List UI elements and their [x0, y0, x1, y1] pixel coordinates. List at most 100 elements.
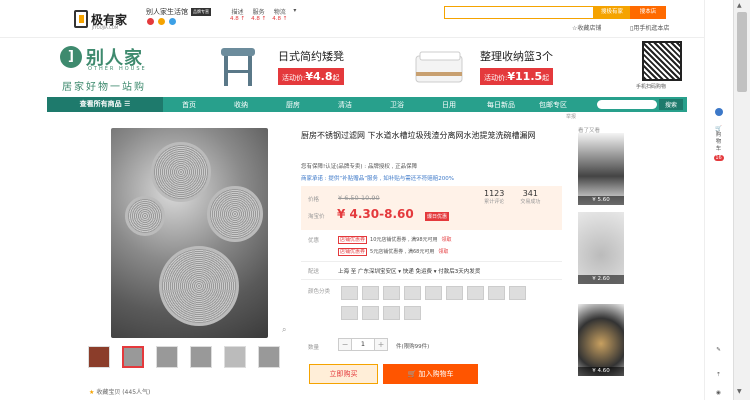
logo-subtext: JIYOUJIA.COM	[92, 25, 119, 30]
search-site-button[interactable]: 搜极有家	[594, 6, 630, 19]
scrollbar[interactable]: ▲ ▼	[733, 0, 750, 400]
edit-icon[interactable]: ✎	[704, 347, 733, 353]
color-option[interactable]	[404, 286, 421, 300]
color-option[interactable]	[446, 286, 463, 300]
badge-icon	[158, 18, 165, 25]
reviews-stat[interactable]: 1123 累计评论	[484, 189, 504, 205]
color-option[interactable]	[509, 286, 526, 300]
video-thumbnail[interactable]	[88, 346, 110, 368]
original-price: ¥ 6.50-10.90	[338, 194, 380, 202]
promo-title: 整理收纳篮3个	[480, 50, 553, 63]
promo-stool[interactable]: 日式简约矮凳 活动价:¥4.8起	[278, 48, 344, 85]
fav-shop-link[interactable]: ☆收藏店铺	[572, 23, 601, 32]
related-item[interactable]	[578, 212, 624, 284]
thumbnail[interactable]	[190, 346, 212, 368]
related-item[interactable]	[578, 304, 624, 376]
related-price: ¥ 4.60	[578, 367, 624, 376]
thumbnail-strip	[88, 346, 280, 368]
coupon-row: 店铺优惠券 5元店铺优惠券 , 满68元可用 领取	[338, 248, 449, 256]
star-icon: ★	[89, 389, 95, 396]
promo-price: ¥ 4.30-8.60	[337, 207, 414, 221]
nav-search-input[interactable]	[596, 100, 657, 109]
shop-nav: 查看所有商品 ☰ 首页 收纳 厨房 清洁 卫浴 日用 每日新品 包邮专区 搜索	[47, 97, 687, 112]
color-option[interactable]	[362, 306, 379, 320]
quantity-plus-button[interactable]: +	[374, 338, 388, 351]
thumbnail[interactable]	[122, 346, 144, 368]
color-option[interactable]	[362, 286, 379, 300]
get-coupon-button[interactable]: 领取	[438, 249, 448, 255]
rating-desc: 描述 4.8 ↑	[230, 9, 246, 22]
color-option[interactable]	[383, 286, 400, 300]
nav-item-new[interactable]: 每日新品	[475, 100, 527, 110]
related-price: ¥ 5.60	[578, 196, 624, 205]
quantity-label: 数量	[308, 345, 320, 351]
all-products-button[interactable]: 查看所有商品 ☰	[47, 97, 163, 112]
promo-price-label: 淘宝价	[308, 214, 325, 220]
color-option[interactable]	[404, 306, 421, 320]
shop-tag: 品牌专营	[191, 8, 211, 16]
add-to-cart-button[interactable]: 🛒 加入购物车	[383, 364, 478, 384]
nav-search-button[interactable]: 搜索	[658, 99, 683, 110]
cart-icon: 🛒	[407, 370, 417, 378]
thumbnail[interactable]	[258, 346, 280, 368]
product-main-image[interactable]	[111, 128, 268, 338]
color-label: 颜色分类	[308, 289, 331, 295]
quantity-limit: 件(限购99件)	[396, 344, 430, 350]
divider	[301, 261, 562, 262]
back-to-top-icon[interactable]: ⤒	[704, 372, 733, 379]
thumbnail[interactable]	[156, 346, 178, 368]
rating-logistics: 物流 4.8 ↑	[272, 9, 288, 22]
nav-item-storage[interactable]: 收纳	[215, 100, 267, 110]
shop-logo[interactable]: ] 别人家 OTHER HOUSE 居家好物一站购	[60, 44, 200, 94]
color-option[interactable]	[467, 286, 484, 300]
scroll-down-icon[interactable]: ▼	[737, 388, 747, 398]
shipping-info[interactable]: 上海 至 广东深圳宝安区 ▾ 快递 免运费 ▾ 付款后3天内发货	[338, 267, 480, 275]
toolbar-cart[interactable]: 🛒 购物车 16	[704, 126, 733, 163]
scrollbar-thumb[interactable]	[737, 12, 747, 92]
quantity-stepper: − 1 +	[338, 338, 388, 351]
scroll-up-icon[interactable]: ▲	[737, 2, 747, 12]
nav-item-bath[interactable]: 卫浴	[371, 100, 423, 110]
toolbar-user-icon[interactable]	[704, 108, 733, 118]
color-option[interactable]	[383, 306, 400, 320]
shop-logo-en: OTHER HOUSE	[88, 66, 147, 72]
fav-product-link[interactable]: ★ 收藏宝贝 (445人气)	[89, 387, 150, 396]
quantity-input[interactable]: 1	[352, 338, 374, 351]
chat-icon[interactable]: ◉	[704, 390, 733, 396]
color-option[interactable]	[341, 286, 358, 300]
nav-item-kitchen[interactable]: 厨房	[267, 100, 319, 110]
promo-price-tag: 活动价:¥4.8起	[278, 68, 344, 85]
color-option[interactable]	[488, 286, 505, 300]
search-input[interactable]	[444, 6, 594, 19]
shop-name[interactable]: 别人家生活馆 品牌专营	[146, 7, 211, 17]
zoom-icon[interactable]: ⌕	[282, 325, 286, 335]
nav-item-cleaning[interactable]: 清洁	[319, 100, 371, 110]
product-stats: 1123 累计评论 341 交易成功	[484, 189, 540, 205]
color-option[interactable]	[425, 286, 442, 300]
search-shop-button[interactable]: 搜本店	[630, 6, 666, 19]
mobile-shop-link[interactable]: ▯用手机逛本店	[630, 23, 669, 32]
get-coupon-button[interactable]: 领取	[442, 237, 452, 243]
product-title: 厨房不锈钢过滤网 下水道水槽垃圾残渣分离网水池提笼洗碗槽漏网	[301, 131, 536, 140]
nav-item-freeship[interactable]: 包邮专区	[527, 100, 579, 110]
buy-now-button[interactable]: 立即购买	[309, 364, 378, 384]
nav-item-daily[interactable]: 日用	[423, 100, 475, 110]
color-option[interactable]	[341, 306, 358, 320]
quantity-minus-button[interactable]: −	[338, 338, 352, 351]
shop-logo-icon: ]	[60, 46, 82, 68]
site-logo[interactable]: 极有家 JIYOUJIA.COM	[74, 8, 134, 30]
divider	[301, 279, 562, 280]
promo-price-tag: 活动价:¥11.5起	[480, 68, 554, 85]
coupon-label: 优惠	[308, 238, 320, 244]
stool-image[interactable]	[213, 42, 263, 92]
coupon-row: 店铺优惠券 10元店铺优惠券 , 满98元可用 领取	[338, 236, 452, 244]
report-link[interactable]: 举报	[566, 113, 576, 120]
sales-stat: 341 交易成功	[520, 189, 541, 205]
promo-basket[interactable]: 整理收纳篮3个 活动价:¥11.5起	[480, 48, 554, 85]
shop-ratings[interactable]: 描述 4.8 ↑ 服务 4.8 ↑ 物流 4.8 ↑ ▾	[230, 7, 296, 22]
basket-image[interactable]	[410, 46, 470, 90]
related-item[interactable]	[578, 133, 624, 205]
thumbnail[interactable]	[224, 346, 246, 368]
nav-item-home[interactable]: 首页	[163, 100, 215, 110]
product-commitment[interactable]: 商家承诺 : 提供“补贴赠品”服务 , 如补贴与需还不符赔赔200%	[301, 174, 454, 182]
